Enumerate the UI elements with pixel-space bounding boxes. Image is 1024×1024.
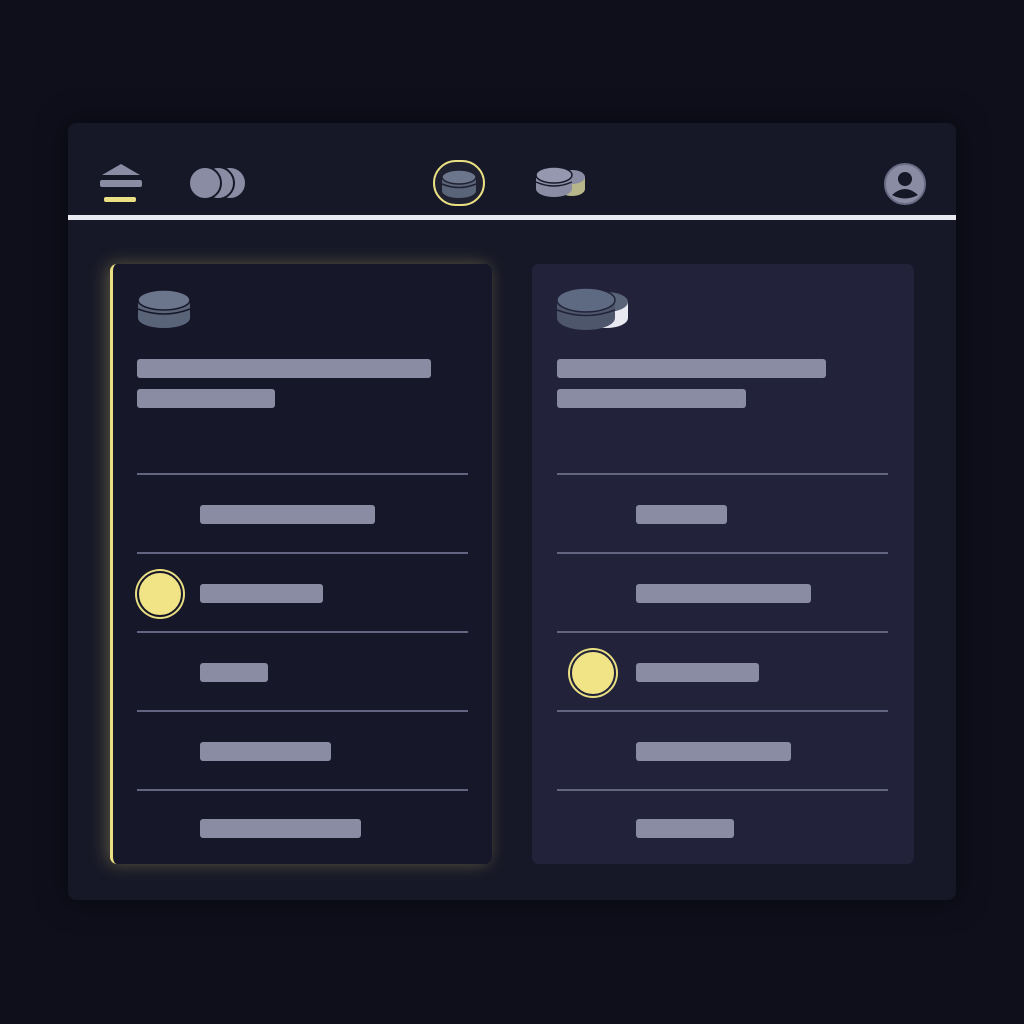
list-item[interactable] bbox=[113, 475, 492, 554]
toolbar-divider bbox=[68, 215, 956, 220]
item-label-placeholder bbox=[636, 663, 759, 682]
item-label-placeholder bbox=[200, 505, 375, 524]
coins-stack-icon bbox=[535, 166, 585, 197]
tab-stack-active[interactable] bbox=[433, 160, 485, 206]
subtitle-placeholder bbox=[137, 389, 275, 408]
stack-icon bbox=[441, 169, 477, 198]
list-item-selected[interactable] bbox=[113, 554, 492, 633]
stack-icon bbox=[137, 289, 191, 328]
list-item[interactable] bbox=[532, 712, 914, 791]
radio-selected[interactable] bbox=[137, 571, 183, 617]
item-label-placeholder bbox=[200, 819, 361, 838]
list-item[interactable] bbox=[113, 712, 492, 791]
user-avatar-button[interactable] bbox=[882, 161, 928, 207]
top-toolbar bbox=[68, 123, 956, 215]
left-card[interactable] bbox=[110, 264, 492, 864]
menu-icon bbox=[100, 164, 142, 202]
item-label-placeholder bbox=[636, 505, 727, 524]
item-label-placeholder bbox=[636, 584, 811, 603]
item-label-placeholder bbox=[200, 584, 323, 603]
coins-icon bbox=[188, 166, 247, 200]
list-item[interactable] bbox=[532, 554, 914, 633]
item-label-placeholder bbox=[200, 742, 331, 761]
right-card[interactable] bbox=[532, 264, 914, 864]
list-item[interactable] bbox=[113, 791, 492, 870]
user-avatar-icon bbox=[884, 163, 926, 205]
tab-coins[interactable] bbox=[186, 163, 252, 205]
title-placeholder bbox=[137, 359, 431, 378]
title-placeholder bbox=[557, 359, 826, 378]
list-item-selected[interactable] bbox=[532, 633, 914, 712]
list-item[interactable] bbox=[113, 633, 492, 712]
item-label-placeholder bbox=[636, 819, 734, 838]
radio-selected[interactable] bbox=[570, 650, 616, 696]
menu-button[interactable] bbox=[96, 159, 146, 209]
list-item[interactable] bbox=[532, 791, 914, 870]
coins-stack-icon bbox=[556, 287, 628, 330]
subtitle-placeholder bbox=[557, 389, 746, 408]
item-label-placeholder bbox=[200, 663, 268, 682]
app-window bbox=[68, 123, 956, 900]
tab-coins-stack[interactable] bbox=[532, 163, 592, 205]
item-label-placeholder bbox=[636, 742, 791, 761]
list-item[interactable] bbox=[532, 475, 914, 554]
